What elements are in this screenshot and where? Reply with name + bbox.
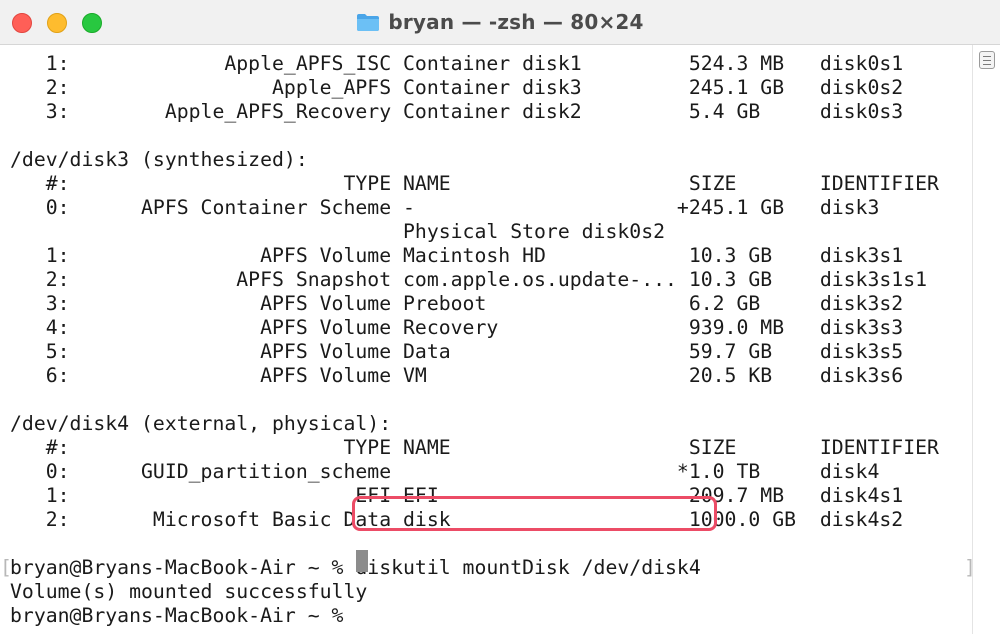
current-prompt: bryan@Bryans-MacBook-Air ~ % <box>10 604 356 627</box>
output-line: 0: GUID_partition_scheme *1.0 TB disk4 <box>10 460 880 483</box>
window-title: bryan — -zsh — 80×24 <box>388 10 644 34</box>
output-line: 3: Apple_APFS_Recovery Container disk2 5… <box>10 100 904 123</box>
folder-icon <box>356 12 380 32</box>
output-line: 1: APFS Volume Macintosh HD 10.3 GB disk… <box>10 244 904 267</box>
output-line: 4: APFS Volume Recovery 939.0 MB disk3s3 <box>10 316 904 339</box>
output-line: /dev/disk4 (external, physical): <box>10 412 392 435</box>
command-text: diskutil mountDisk /dev/disk4 <box>355 556 701 579</box>
title-bar[interactable]: bryan — -zsh — 80×24 <box>0 0 1000 45</box>
text-cursor <box>356 550 368 572</box>
output-line: 6: APFS Volume VM 20.5 KB disk3s6 <box>10 364 904 387</box>
terminal-window: bryan — -zsh — 80×24 1: Apple_APFS_ISC C… <box>0 0 1000 634</box>
output-line: 0: APFS Container Scheme - +245.1 GB dis… <box>10 196 880 219</box>
scroll-marks-icon[interactable] <box>979 51 995 69</box>
output-line: #: TYPE NAME SIZE IDENTIFIER <box>10 172 939 195</box>
window-title-group: bryan — -zsh — 80×24 <box>0 0 1000 44</box>
terminal-output[interactable]: 1: Apple_APFS_ISC Container disk1 524.3 … <box>0 52 972 632</box>
scrollbar[interactable] <box>972 45 1000 634</box>
output-line: 1: Apple_APFS_ISC Container disk1 524.3 … <box>10 52 904 75</box>
output-line: 2: Apple_APFS Container disk3 245.1 GB d… <box>10 76 904 99</box>
output-line: Physical Store disk0s2 <box>10 220 666 243</box>
command-result: Volume(s) mounted successfully <box>10 580 368 603</box>
output-line: 2: APFS Snapshot com.apple.os.update-...… <box>10 268 928 291</box>
output-line: 5: APFS Volume Data 59.7 GB disk3s5 <box>10 340 904 363</box>
mark-right-bracket: ] <box>964 556 972 580</box>
command-prompt: bryan@Bryans-MacBook-Air ~ % <box>10 556 356 579</box>
output-line: /dev/disk3 (synthesized): <box>10 148 308 171</box>
output-line: #: TYPE NAME SIZE IDENTIFIER <box>10 436 939 459</box>
output-line: 3: APFS Volume Preboot 6.2 GB disk3s2 <box>10 292 904 315</box>
command-highlight-box <box>352 496 717 531</box>
